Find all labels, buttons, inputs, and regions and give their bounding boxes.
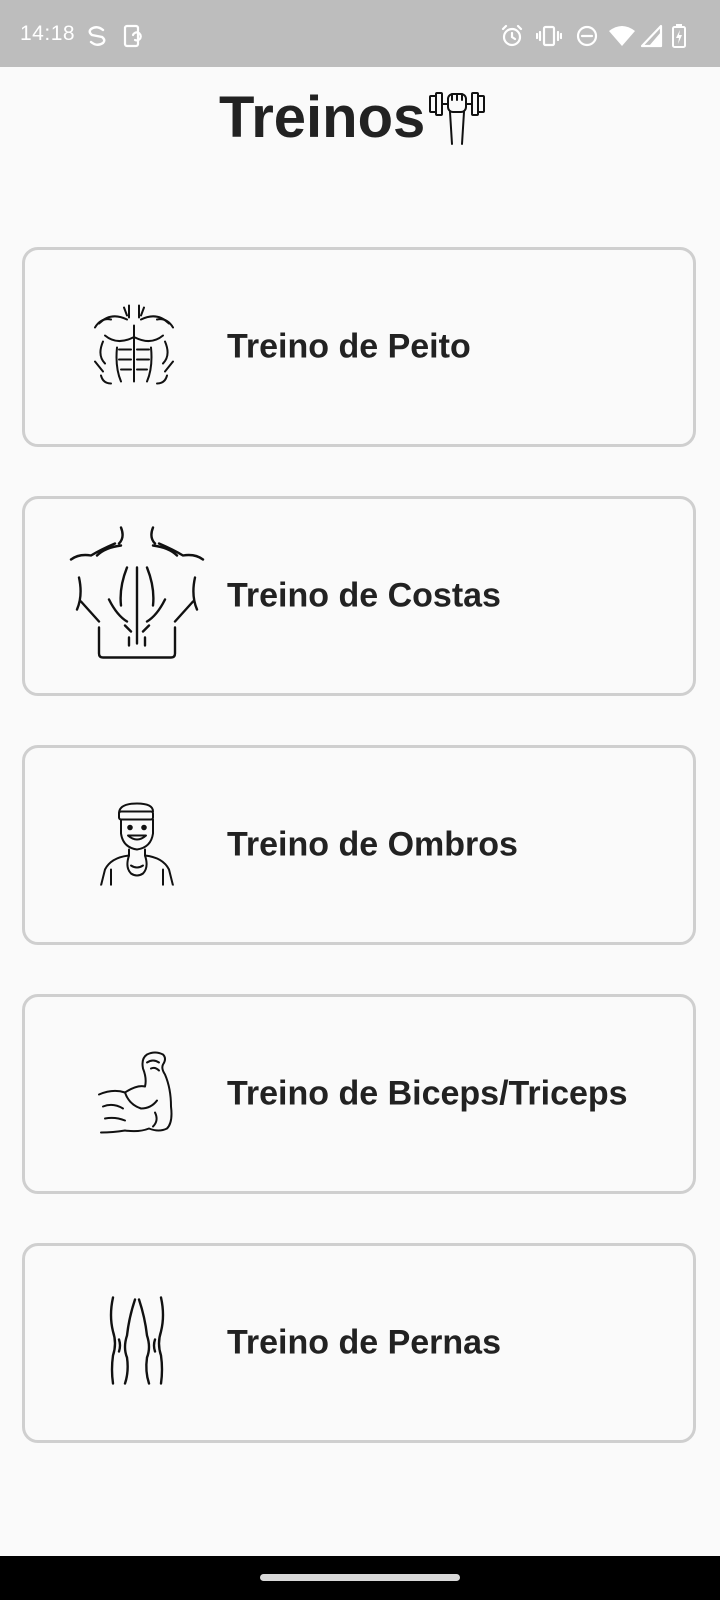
sync-icon xyxy=(86,24,108,53)
workout-card-chest[interactable]: Treino de Peito xyxy=(22,247,696,447)
navigation-bar xyxy=(0,1556,720,1600)
workout-card-legs[interactable]: Treino de Pernas xyxy=(22,1243,696,1443)
page-title: Treinos xyxy=(219,85,426,150)
chest-muscles-icon xyxy=(91,302,177,393)
vibrate-icon xyxy=(535,24,563,53)
status-time: 14:18 xyxy=(20,22,76,45)
workout-label: Treino de Pernas xyxy=(227,1323,501,1362)
screen-rotate-icon xyxy=(123,24,145,53)
signal-icon xyxy=(640,24,663,53)
workout-card-shoulders[interactable]: Treino de Ombros xyxy=(22,745,696,945)
flexed-biceps-icon xyxy=(95,1049,179,1140)
workout-card-biceps[interactable]: Treino de Biceps/Triceps xyxy=(22,994,696,1194)
workout-label: Treino de Ombros xyxy=(227,825,518,864)
legs-icon xyxy=(107,1296,167,1391)
page-header: Treinos xyxy=(0,78,720,158)
do-not-disturb-icon xyxy=(575,24,599,53)
shoulders-man-icon xyxy=(97,800,177,891)
workout-label: Treino de Costas xyxy=(227,576,501,615)
weightlifting-dumbbell-icon xyxy=(428,86,486,151)
wifi-icon xyxy=(608,24,636,53)
workout-label: Treino de Peito xyxy=(227,327,471,366)
battery-charging-icon xyxy=(672,24,686,53)
alarm-icon xyxy=(500,24,524,53)
status-bar: 14:18 xyxy=(0,0,720,67)
workout-label: Treino de Biceps/Triceps xyxy=(227,1074,628,1113)
back-muscles-icon xyxy=(69,526,205,667)
home-gesture-handle[interactable] xyxy=(260,1574,460,1581)
workout-card-back[interactable]: Treino de Costas xyxy=(22,496,696,696)
